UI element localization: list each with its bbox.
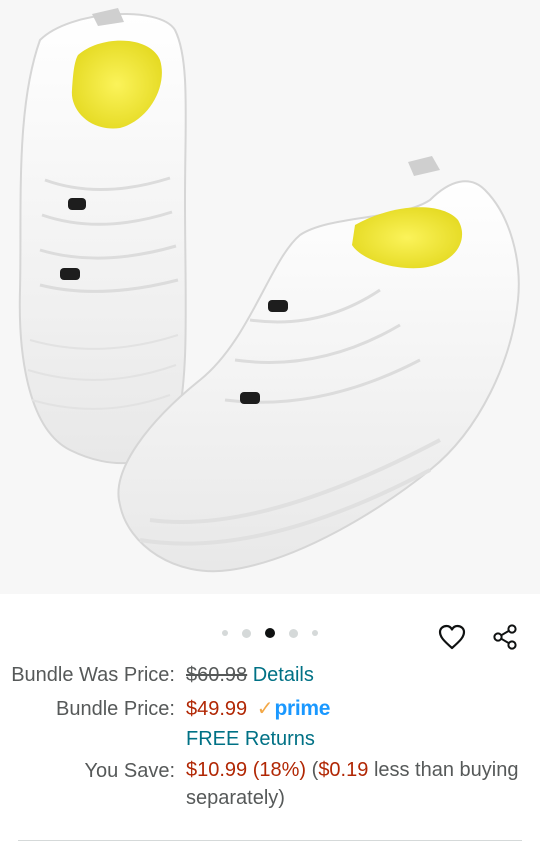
share-icon	[493, 624, 517, 650]
free-returns-link[interactable]: FREE Returns	[186, 728, 315, 750]
bundle-price-row: Bundle Price: $49.99 ✓ prime	[0, 694, 540, 724]
image-carousel-controls	[0, 608, 540, 656]
left-shoe	[18, 8, 187, 465]
free-returns-row: FREE Returns	[0, 724, 540, 754]
barefoot-shoes-image	[18, 8, 520, 573]
carousel-dot[interactable]	[222, 630, 228, 636]
bundle-price-label: Bundle Price:	[56, 698, 175, 720]
carousel-dot-active[interactable]	[265, 628, 275, 638]
bundle-pricing: Bundle Was Price: $60.98 Details Bundle …	[0, 660, 540, 812]
carousel-dot[interactable]	[312, 630, 318, 636]
share-button[interactable]	[488, 620, 522, 654]
heart-icon	[438, 624, 466, 650]
favorite-button[interactable]	[435, 620, 469, 654]
bundle-was-price-value: $60.98	[186, 664, 248, 686]
details-link[interactable]: Details	[253, 664, 314, 686]
section-divider	[18, 840, 522, 841]
carousel-dot[interactable]	[242, 628, 251, 638]
separate-savings-amount: $0.19	[318, 759, 369, 781]
carousel-dot[interactable]	[289, 628, 298, 638]
you-save-row: You Save: $10.99 (18%) ($0.19 less than …	[0, 756, 540, 812]
prime-logo-text: prime	[274, 697, 331, 720]
bundle-price-value: $49.99	[186, 698, 248, 720]
bundle-was-price-row: Bundle Was Price: $60.98 Details	[0, 660, 540, 690]
you-save-label: You Save:	[84, 760, 175, 782]
prime-check-icon: ✓	[256, 698, 274, 720]
you-save-value: $10.99 (18%)	[186, 759, 307, 781]
prime-badge: ✓ prime	[256, 694, 331, 724]
bundle-was-price-label: Bundle Was Price:	[11, 664, 175, 686]
product-image[interactable]	[0, 0, 540, 594]
